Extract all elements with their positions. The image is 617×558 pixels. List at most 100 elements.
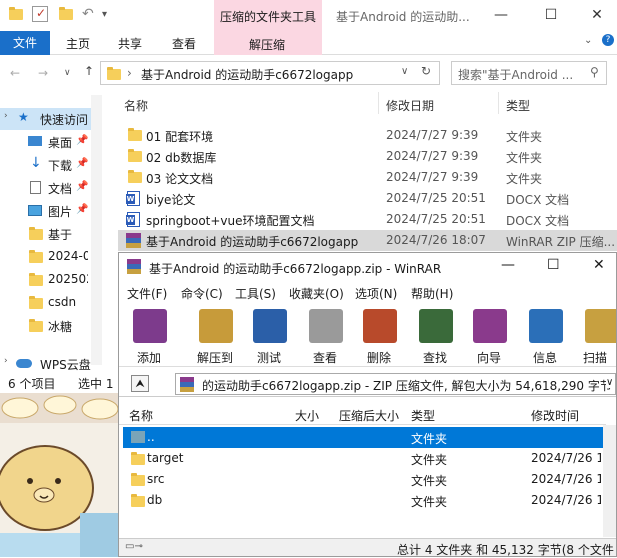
folder-icon[interactable]: [8, 6, 24, 22]
column-header-size[interactable]: 大小: [295, 407, 319, 424]
sidebar-item-folder[interactable]: 2024-0: [0, 246, 100, 268]
column-header-type[interactable]: 类型: [411, 407, 435, 424]
search-input[interactable]: 搜索"基于Android ... ⚲: [451, 61, 607, 85]
menu-file[interactable]: 文件(F): [127, 285, 167, 302]
sidebar-item-downloads[interactable]: ↓ 下载 📌: [0, 154, 100, 176]
forward-arrow-icon[interactable]: →: [38, 66, 48, 80]
archive-row[interactable]: target 文件夹 2024/7/26 18: [123, 448, 604, 469]
minimize-button[interactable]: —: [501, 257, 515, 273]
test-button[interactable]: 测试: [245, 307, 293, 365]
scan-icon: [585, 309, 616, 343]
sidebar-item-folder[interactable]: 基于: [0, 223, 100, 245]
file-row[interactable]: biye论文 2024/7/25 20:51 DOCX 文档: [118, 188, 617, 209]
new-folder-icon[interactable]: [58, 6, 74, 22]
menu-options[interactable]: 选项(N): [355, 285, 397, 302]
explorer-titlebar: ✓ ↶ ▾ 压缩的文件夹工具 基于Android 的运动助... — ☐ ✕: [0, 0, 617, 31]
properties-icon[interactable]: ✓: [32, 6, 48, 22]
file-row[interactable]: springboot+vue环境配置文档 2024/7/25 20:51 DOC…: [118, 209, 617, 230]
menu-favorites[interactable]: 收藏夹(O): [289, 285, 344, 302]
column-header-date[interactable]: 修改日期: [386, 97, 434, 114]
maximize-button[interactable]: ☐: [547, 257, 560, 273]
find-button[interactable]: 查找: [411, 307, 459, 365]
tab-share[interactable]: 共享: [118, 35, 142, 52]
wizard-button[interactable]: 向导: [465, 307, 513, 365]
archive-path-field[interactable]: 的运动助手c6672logapp.zip - ZIP 压缩文件, 解包大小为 5…: [175, 373, 616, 395]
scan-button[interactable]: 扫描: [575, 307, 616, 365]
selection-count: 选中 1: [78, 377, 114, 391]
file-row[interactable]: 03 论文文档 2024/7/27 9:39 文件夹: [118, 167, 617, 188]
pin-icon: 📌: [76, 204, 89, 215]
view-button[interactable]: 查看: [301, 307, 349, 365]
word-doc-icon: [126, 212, 140, 227]
add-button[interactable]: 添加: [125, 307, 173, 365]
chevron-down-icon[interactable]: ▾: [102, 9, 118, 25]
info-icon: [529, 309, 563, 343]
context-tab-compressed-tools[interactable]: 压缩的文件夹工具: [214, 0, 322, 31]
column-header-type[interactable]: 类型: [506, 97, 530, 114]
up-arrow-icon[interactable]: ↑: [84, 64, 94, 78]
column-header-name[interactable]: 名称: [124, 97, 148, 114]
sidebar-item-documents[interactable]: 文档 📌: [0, 177, 100, 199]
address-dropdown-icon[interactable]: ∨: [401, 66, 408, 77]
column-header-packed-size[interactable]: 压缩后大小: [339, 407, 399, 424]
extract-to-button[interactable]: 解压到: [191, 307, 239, 365]
folder-icon: [128, 128, 142, 141]
winrar-menu-bar: 文件(F) 命令(C) 工具(S) 收藏夹(O) 选项(N) 帮助(H): [119, 282, 616, 302]
winrar-titlebar: 基于Android 的运动助手c6672logapp.zip - WinRAR …: [119, 253, 616, 281]
tab-extract[interactable]: 解压缩: [214, 31, 322, 55]
wallpaper-image: [0, 393, 122, 557]
undo-icon[interactable]: ↶: [82, 6, 98, 22]
delete-button[interactable]: 删除: [355, 307, 403, 365]
extract-icon: [199, 309, 233, 343]
sidebar-item-folder[interactable]: 202502: [0, 269, 100, 291]
column-divider: [378, 92, 379, 114]
archive-scrollbar[interactable]: [603, 425, 616, 537]
info-button[interactable]: 信息: [521, 307, 569, 365]
column-header-modified[interactable]: 修改时间: [531, 407, 579, 424]
menu-commands[interactable]: 命令(C): [181, 285, 223, 302]
file-row-selected[interactable]: 基于Android 的运动助手c6672logapp 2024/7/26 18:…: [118, 230, 617, 251]
close-button[interactable]: ✕: [574, 4, 617, 26]
archive-row[interactable]: src 文件夹 2024/7/26 18: [123, 469, 604, 490]
tab-view[interactable]: 查看: [172, 35, 196, 52]
menu-tools[interactable]: 工具(S): [235, 285, 276, 302]
menu-help[interactable]: 帮助(H): [411, 285, 453, 302]
folder-icon: [29, 319, 43, 332]
close-button[interactable]: ✕: [593, 257, 605, 273]
cloud-icon: [16, 359, 32, 368]
up-folder-button[interactable]: ⮝: [131, 375, 149, 392]
help-icon[interactable]: ?: [602, 34, 614, 46]
address-path: 基于Android 的运动助手c6672logapp: [141, 68, 354, 82]
winrar-column-headers: 名称 大小 压缩后大小 类型 修改时间: [119, 403, 606, 425]
breadcrumb-chevron-icon: ›: [127, 66, 132, 80]
winrar-title: 基于Android 的运动助手c6672logapp.zip - WinRAR: [149, 262, 442, 276]
sidebar-item-pictures[interactable]: 图片 📌: [0, 200, 100, 222]
folder-icon: [29, 296, 43, 309]
archive-row[interactable]: db 文件夹 2024/7/26 18: [123, 490, 604, 511]
tab-file[interactable]: 文件: [0, 31, 50, 55]
back-arrow-icon[interactable]: ←: [10, 66, 20, 80]
ribbon-expand-icon[interactable]: ⌄: [584, 35, 592, 46]
archive-row-selected[interactable]: .. 文件夹: [123, 427, 604, 448]
sidebar-item-desktop[interactable]: 桌面 📌: [0, 131, 100, 153]
sidebar-item-folder[interactable]: csdn: [0, 292, 100, 314]
file-row[interactable]: 02 db数据库 2024/7/27 9:39 文件夹: [118, 146, 617, 167]
folder-icon: [131, 452, 145, 465]
sidebar-item-quick-access[interactable]: › ★ 快速访问: [0, 108, 100, 130]
sidebar-scrollbar[interactable]: [91, 95, 102, 365]
view-glasses-icon: [309, 309, 343, 343]
document-icon: [30, 181, 41, 194]
recent-chevron-icon[interactable]: ∨: [64, 68, 71, 78]
chevron-right-icon: ›: [4, 356, 8, 366]
sidebar-item-folder[interactable]: 冰糖: [0, 315, 100, 337]
file-row[interactable]: 01 配套环境 2024/7/27 9:39 文件夹: [118, 125, 617, 146]
tab-home[interactable]: 主页: [66, 35, 90, 52]
maximize-button[interactable]: ☐: [528, 4, 574, 26]
refresh-icon[interactable]: ↻: [421, 64, 431, 78]
chevron-down-icon[interactable]: ∨: [606, 377, 614, 388]
address-bar[interactable]: › 基于Android 的运动助手c6672logapp ∨ ↻: [100, 61, 440, 85]
folder-icon: [128, 149, 142, 162]
column-header-name[interactable]: 名称: [129, 407, 153, 424]
minimize-button[interactable]: —: [478, 4, 524, 26]
pin-icon: 📌: [76, 158, 89, 169]
